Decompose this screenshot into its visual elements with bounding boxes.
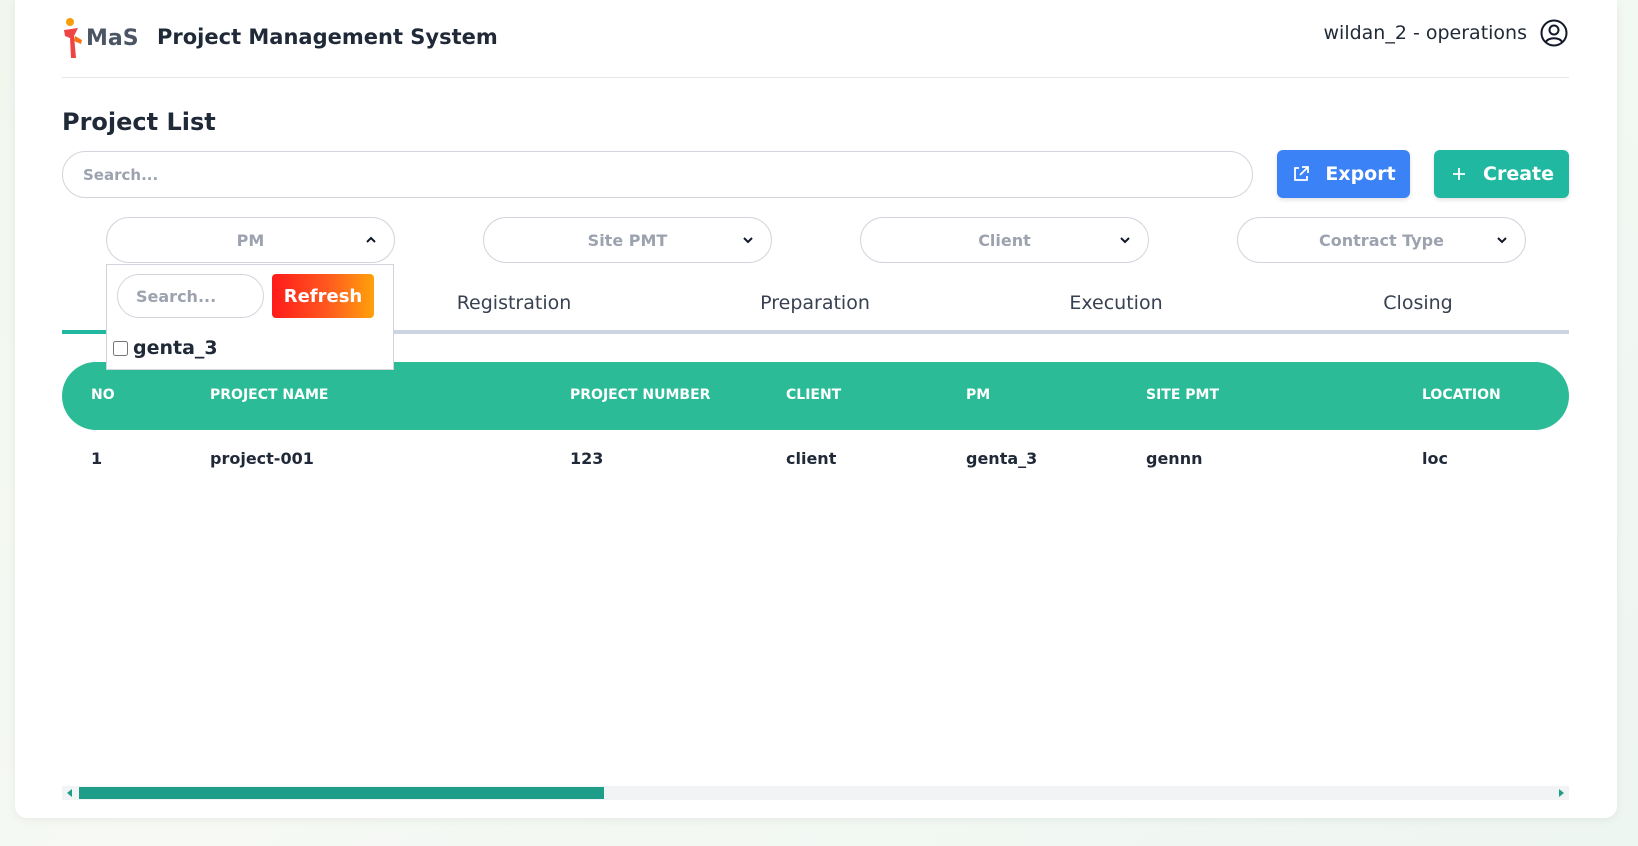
- table-row[interactable]: 1 project-001 123 client genta_3 gennn l…: [62, 446, 1569, 472]
- column-header-client[interactable]: CLIENT: [786, 387, 841, 403]
- tab-execution[interactable]: Execution: [1069, 292, 1162, 314]
- cell-project-name: project-001: [210, 449, 314, 468]
- create-button[interactable]: Create: [1434, 150, 1569, 198]
- page-title: Project List: [62, 108, 216, 136]
- column-header-location[interactable]: LOCATION: [1422, 387, 1501, 403]
- scrollbar-thumb[interactable]: [79, 787, 604, 799]
- chevron-up-icon: [366, 236, 376, 243]
- external-link-icon: [1294, 166, 1310, 181]
- create-label: Create: [1483, 163, 1554, 185]
- export-label: Export: [1325, 163, 1396, 185]
- column-header-project-number[interactable]: PROJECT NUMBER: [570, 387, 710, 403]
- cell-project-number: 123: [570, 449, 604, 468]
- column-header-project-name[interactable]: PROJECT NAME: [210, 387, 328, 403]
- horizontal-scrollbar[interactable]: [62, 786, 1569, 800]
- column-header-pm[interactable]: PM: [966, 387, 990, 403]
- client-filter-select[interactable]: Client: [860, 217, 1149, 263]
- contract-type-filter-select[interactable]: Contract Type: [1237, 217, 1526, 263]
- column-header-no[interactable]: NO: [91, 387, 115, 403]
- app-logo[interactable]: MaS: [62, 16, 150, 60]
- pm-dropdown-panel: Refresh genta_3: [106, 264, 394, 370]
- tab-preparation[interactable]: Preparation: [760, 292, 870, 314]
- cell-site-pmt: gennn: [1146, 449, 1203, 468]
- scroll-right-arrow-icon[interactable]: [1559, 789, 1564, 797]
- user-name: wildan_2 - operations: [1323, 22, 1528, 44]
- cell-location: loc: [1422, 449, 1448, 468]
- chevron-down-icon: [1497, 237, 1507, 244]
- cell-client: client: [786, 449, 837, 468]
- pm-dropdown-search-input[interactable]: [117, 274, 264, 318]
- cell-no: 1: [91, 449, 103, 468]
- table-header: NO PROJECT NAME PROJECT NUMBER CLIENT PM…: [62, 362, 1569, 430]
- scroll-left-arrow-icon[interactable]: [67, 789, 72, 797]
- site-pmt-filter-label: Site PMT: [587, 230, 668, 250]
- chevron-down-icon: [1120, 237, 1130, 244]
- pm-option-genta-3[interactable]: genta_3: [113, 337, 218, 359]
- user-circle-icon[interactable]: [1539, 18, 1569, 48]
- contract-type-filter-label: Contract Type: [1319, 230, 1444, 250]
- refresh-button[interactable]: Refresh: [272, 274, 374, 318]
- pm-option-label: genta_3: [133, 337, 218, 359]
- pm-filter-select[interactable]: PM: [106, 217, 395, 263]
- site-pmt-filter-select[interactable]: Site PMT: [483, 217, 772, 263]
- tab-registration[interactable]: Registration: [457, 292, 572, 314]
- chevron-down-icon: [743, 237, 753, 244]
- project-search-input[interactable]: [62, 151, 1253, 198]
- app-title: Project Management System: [157, 25, 498, 49]
- client-filter-label: Client: [978, 230, 1031, 250]
- user-menu[interactable]: wildan_2 - operations: [1324, 18, 1570, 48]
- svg-text:MaS: MaS: [86, 26, 139, 51]
- export-button[interactable]: Export: [1277, 150, 1410, 198]
- top-bar: MaS Project Management System wildan_2 -…: [62, 0, 1569, 78]
- plus-icon: [1453, 168, 1465, 180]
- column-header-site-pmt[interactable]: SITE PMT: [1146, 387, 1219, 403]
- cell-pm: genta_3: [966, 449, 1038, 468]
- tab-closing[interactable]: Closing: [1383, 292, 1452, 314]
- pm-option-checkbox[interactable]: [113, 340, 128, 356]
- pm-filter-label: PM: [236, 230, 265, 250]
